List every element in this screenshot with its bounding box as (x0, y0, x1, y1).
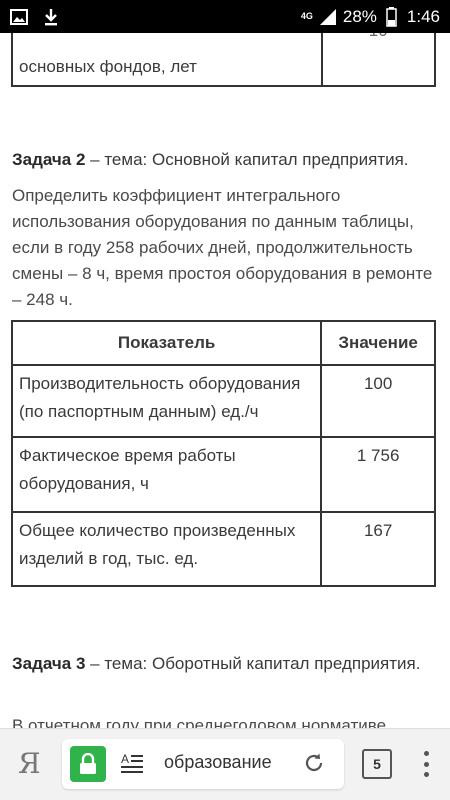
yandex-home-button[interactable]: Я (18, 747, 41, 780)
lock-icon[interactable] (70, 746, 106, 782)
reload-icon[interactable] (302, 751, 326, 780)
table-row: Общее количество произведенных изделий в… (10, 511, 436, 587)
task-2-table: Показатель Значение Производительность о… (10, 320, 436, 587)
table-header-row: Показатель Значение (10, 320, 436, 366)
column-header-value: Значение (320, 320, 436, 366)
task-3-title: Задача 3 (12, 654, 86, 673)
table-cell-value: 1 756 (320, 436, 436, 513)
task-2-text: Определить коэффициент интегрального исп… (12, 186, 433, 309)
page-content: основных фондов, лет 10 Задача 2 – тема:… (0, 33, 450, 728)
table-cell-value: 100 (320, 364, 436, 438)
network-type: 4G (300, 11, 313, 21)
table-cell-value: 167 (320, 511, 436, 587)
task-2-topic: – тема: Основной капитал предприятия. (85, 150, 409, 169)
signal-icon (319, 8, 337, 26)
url-text[interactable]: образование (164, 752, 294, 773)
previous-table: основных фондов, лет 10 (11, 33, 437, 87)
address-bar[interactable]: A образование (62, 739, 344, 789)
clock: 1:46 (406, 6, 440, 26)
battery-icon (383, 6, 401, 27)
task-2-heading: Задача 2 – тема: Основной капитал предпр… (12, 147, 437, 173)
table-cell-value: 10 (320, 33, 437, 87)
table-cell-label: Фактическое время работы оборудования, ч (10, 436, 323, 513)
browser-toolbar: Я A образование 5 (0, 728, 450, 800)
tabs-count-button[interactable]: 5 (362, 749, 392, 779)
table-row: Производительность оборудования (по пасп… (10, 364, 436, 438)
task-3-heading: Задача 3 – тема: Оборотный капитал предп… (12, 651, 437, 677)
table-cell-label: Производительность оборудования (по пасп… (10, 364, 323, 438)
download-icon (42, 8, 60, 26)
status-bar: 4G 28% 1:46 (0, 0, 450, 33)
task-2-title: Задача 2 (12, 150, 86, 169)
table-row: Фактическое время работы оборудования, ч… (10, 436, 436, 513)
table-cell-label: основных фондов, лет (11, 33, 323, 87)
svg-text:A: A (121, 752, 129, 766)
column-header-indicator: Показатель (10, 320, 323, 366)
more-menu-icon[interactable] (418, 747, 434, 781)
table-row: основных фондов, лет 10 (11, 33, 437, 87)
battery-percent: 28% (342, 6, 377, 26)
photo-icon (10, 8, 28, 26)
task-3-text: В отчетном году при среднегодовом нормат… (12, 716, 387, 728)
task-3-topic: – тема: Оборотный капитал предприятия. (85, 654, 421, 673)
reader-mode-icon[interactable]: A (120, 752, 144, 781)
table-cell-label: Общее количество произведенных изделий в… (10, 511, 323, 587)
